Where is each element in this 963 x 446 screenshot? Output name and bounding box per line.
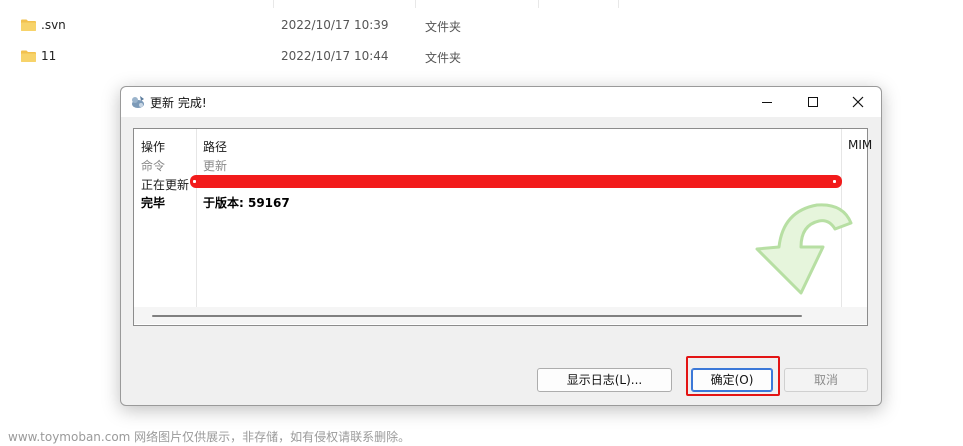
- title-bar[interactable]: 更新 完成!: [121, 87, 881, 117]
- minimize-icon: [762, 102, 772, 103]
- column-divider[interactable]: [538, 0, 539, 8]
- close-icon: [852, 96, 864, 108]
- file-date: 2022/10/17 10:44: [281, 49, 389, 63]
- header-mime[interactable]: MIM: [848, 138, 872, 152]
- row-path: 更新: [203, 159, 228, 173]
- row-action: 命令: [141, 159, 166, 173]
- column-divider[interactable]: [415, 0, 416, 8]
- update-arrow-icon: [755, 203, 853, 295]
- folder-icon: [21, 19, 36, 31]
- ok-highlight-annotation: [686, 356, 780, 396]
- row-action: 正在更新: [141, 178, 190, 192]
- folder-icon: [21, 50, 36, 62]
- file-date: 2022/10/17 10:39: [281, 18, 389, 32]
- redaction-dot: [833, 180, 836, 183]
- file-type: 文件夹: [425, 51, 462, 65]
- dialog-title: 更新 完成!: [150, 96, 207, 110]
- minimize-button[interactable]: [744, 87, 790, 117]
- tortoisesvn-icon: [132, 96, 144, 108]
- file-name: .svn: [41, 18, 66, 32]
- column-divider[interactable]: [618, 0, 619, 8]
- column-divider[interactable]: [196, 129, 197, 307]
- update-log-list[interactable]: 操作 路径 MIM 命令 更新 正在更新 完毕 于版本: 59167: [133, 128, 872, 326]
- header-action[interactable]: 操作: [141, 138, 165, 155]
- maximize-button[interactable]: [790, 87, 836, 117]
- maximize-icon: [808, 97, 818, 107]
- explorer-row[interactable]: .svn 2022/10/17 10:39 文件夹: [0, 11, 963, 41]
- show-log-button[interactable]: 显示日志(L)...: [537, 368, 672, 392]
- footer-note: www.toymoban.com 网络图片仅供展示，非存储，如有侵权请联系删除。: [8, 430, 411, 444]
- horizontal-scrollbar[interactable]: [134, 307, 867, 324]
- row-path: 于版本: 59167: [203, 196, 290, 210]
- column-divider[interactable]: [273, 0, 274, 8]
- close-button[interactable]: [835, 87, 881, 117]
- update-dialog: 更新 完成! 操作 路径 MIM 命令 更新 正在更新 完毕 于版本: 5916…: [120, 86, 882, 406]
- redaction-bar: [190, 175, 842, 188]
- redaction-dot: [193, 180, 196, 183]
- scrollbar-thumb[interactable]: [152, 315, 802, 317]
- row-action: 完毕: [141, 196, 166, 210]
- file-name: 11: [41, 49, 57, 63]
- cancel-button[interactable]: 取消: [784, 368, 868, 392]
- header-path[interactable]: 路径: [203, 138, 227, 155]
- file-type: 文件夹: [425, 20, 462, 34]
- explorer-row[interactable]: 11 2022/10/17 10:44 文件夹: [0, 42, 963, 72]
